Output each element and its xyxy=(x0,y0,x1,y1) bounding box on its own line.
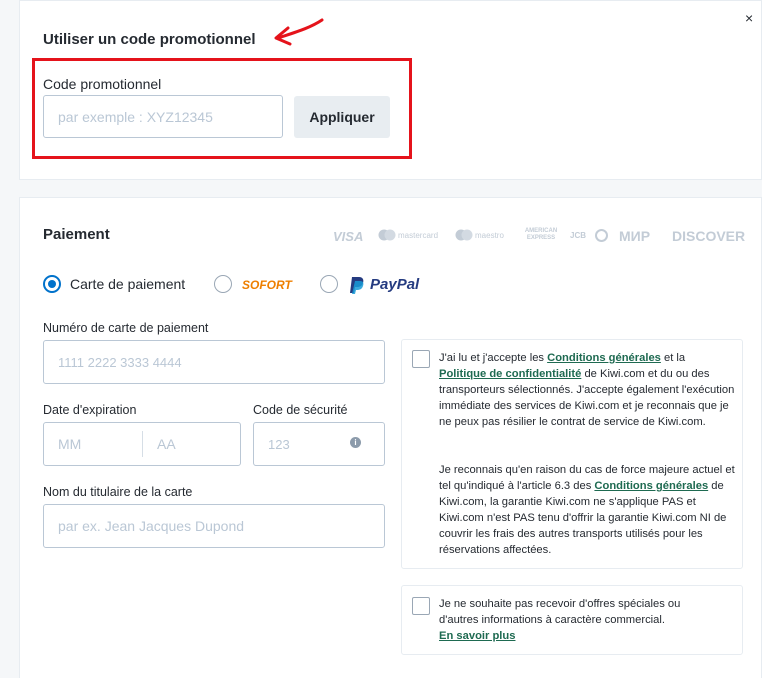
terms-checkbox[interactable] xyxy=(412,350,430,368)
terms-text: J'ai lu et j'accepte les Conditions géné… xyxy=(439,350,735,430)
discover-logo: DISCOVER xyxy=(672,228,746,244)
jcb-logo: JCB xyxy=(570,231,587,240)
terms-text-part: J'ai lu et j'accepte les xyxy=(439,352,548,364)
maestro-logo: maestro xyxy=(475,231,504,240)
maestro-icon xyxy=(455,229,473,241)
mastercard-logo: mastercard xyxy=(398,231,439,240)
diners-icon xyxy=(595,229,608,242)
privacy-link[interactable]: Politique de confidentialité xyxy=(439,368,581,380)
terms-link[interactable]: Conditions générales xyxy=(547,352,661,364)
terms-text-part: et la xyxy=(660,352,686,364)
close-icon[interactable]: × xyxy=(745,10,753,26)
paypal-label: PayPal xyxy=(370,276,420,293)
sofort-logo[interactable]: SOFORT xyxy=(242,278,292,292)
annotation-arrow-icon xyxy=(274,18,324,46)
mastercard-icon xyxy=(378,229,396,241)
info-icon[interactable]: i xyxy=(350,437,361,448)
amex-logo: AMERICAN EXPRESS xyxy=(524,228,558,241)
card-number-input[interactable]: 1111 2222 3333 4444 xyxy=(43,340,385,384)
force-majeure-text: Je reconnais qu'en raison du cas de forc… xyxy=(439,462,735,558)
terms-link-2[interactable]: Conditions générales xyxy=(594,480,708,492)
learn-more-link[interactable]: En savoir plus xyxy=(439,630,515,642)
offers-text-part: Je ne souhaite pas recevoir d'offres spé… xyxy=(439,598,681,626)
mir-logo: МИР xyxy=(619,228,651,244)
radio-sofort[interactable] xyxy=(214,275,232,293)
visa-logo: VISA xyxy=(333,229,364,244)
expiry-year-field[interactable]: AA xyxy=(157,436,176,452)
cvv-input[interactable]: 123 xyxy=(253,422,385,466)
offers-text: Je ne souhaite pas recevoir d'offres spé… xyxy=(439,596,719,644)
promo-title: Utiliser un code promotionnel xyxy=(43,31,256,48)
expiry-divider xyxy=(142,431,143,457)
expiry-label: Date d'expiration xyxy=(43,403,137,417)
offers-checkbox[interactable] xyxy=(412,597,430,615)
annotation-highlight-box xyxy=(32,58,412,159)
radio-card-payment[interactable] xyxy=(43,275,61,293)
payment-title: Paiement xyxy=(43,226,110,243)
paypal-icon xyxy=(350,277,364,294)
paypal-logo[interactable]: PayPal xyxy=(348,276,419,295)
radio-card-payment-label[interactable]: Carte de paiement xyxy=(70,276,185,292)
expiry-month-field[interactable]: MM xyxy=(58,436,81,452)
holder-label: Nom du titulaire de la carte xyxy=(43,485,193,499)
radio-paypal[interactable] xyxy=(320,275,338,293)
cvv-label: Code de sécurité xyxy=(253,403,348,417)
holder-name-input[interactable]: par ex. Jean Jacques Dupond xyxy=(43,504,385,548)
card-number-label: Numéro de carte de paiement xyxy=(43,321,209,335)
